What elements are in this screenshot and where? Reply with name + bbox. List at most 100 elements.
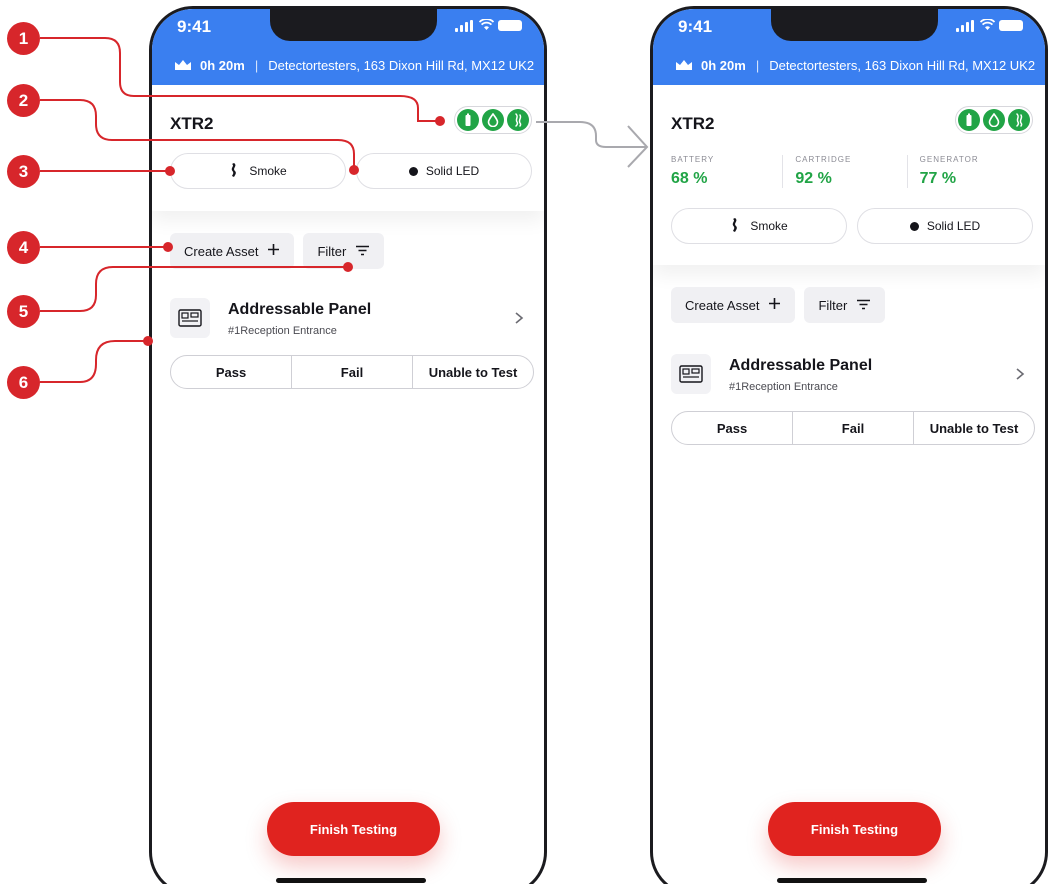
filter-label: Filter: [818, 297, 848, 313]
battery-icon: [457, 109, 479, 131]
plus-icon: [267, 243, 280, 259]
create-asset-button[interactable]: Create Asset: [671, 287, 796, 323]
callout-badge-3: 3: [7, 155, 40, 188]
stat-label: CARTRIDGE: [795, 155, 852, 164]
test-result-selector: Pass Fail Unable to Test: [170, 355, 534, 389]
detector-type-chip[interactable]: Smoke: [170, 153, 346, 189]
device-stats: BATTERY 68 % CARTRIDGE 92 % GENERATOR 77…: [671, 155, 1031, 188]
fail-button[interactable]: Fail: [792, 412, 913, 444]
phone-notch: [270, 9, 437, 41]
asset-title: Addressable Panel: [228, 301, 372, 318]
panel-icon: [671, 354, 711, 394]
asset-location: #1Reception Entrance: [228, 325, 337, 337]
site-address: Detectortesters, 163 Dixon Hill Rd, MX12…: [769, 57, 1036, 73]
device-status-pill[interactable]: [955, 106, 1033, 134]
stat-generator: GENERATOR 77 %: [906, 155, 1031, 188]
phone-expanded: 9:41 0h 20m | Detectortesters, 163 Dixon…: [650, 6, 1048, 884]
phone-collapsed: 9:41 0h 20m | Detectortesters, 163 Dixon…: [149, 6, 547, 884]
detector-type-label: Smoke: [249, 164, 287, 178]
generator-flame-icon: [1008, 109, 1030, 131]
detector-type-label: Smoke: [750, 219, 788, 233]
wifi-icon: [980, 19, 995, 32]
callout-badge-2: 2: [7, 84, 40, 117]
callout-badge-5: 5: [7, 295, 40, 328]
create-asset-button[interactable]: Create Asset: [170, 233, 295, 269]
divider: |: [755, 57, 760, 73]
led-status-label: Solid LED: [926, 219, 981, 233]
led-dot-icon: [408, 166, 418, 176]
finish-testing-button[interactable]: Finish Testing: [267, 802, 440, 856]
stat-value: 77 %: [919, 170, 957, 187]
led-status-chip[interactable]: Solid LED: [857, 208, 1033, 244]
plus-icon: [768, 297, 781, 313]
cartridge-drop-icon: [983, 109, 1005, 131]
status-time: 9:41: [678, 17, 713, 36]
stat-cartridge: CARTRIDGE 92 %: [782, 155, 906, 188]
led-dot-icon: [909, 221, 919, 231]
panel-icon: [170, 298, 210, 338]
cartridge-drop-icon: [482, 109, 504, 131]
stat-label: BATTERY: [671, 155, 715, 164]
callout-badge-1: 1: [7, 22, 40, 55]
callout-badge-4: 4: [7, 231, 40, 264]
chevron-right-icon: [1013, 366, 1027, 382]
smoke-icon: [229, 162, 241, 181]
unable-to-test-button[interactable]: Unable to Test: [913, 412, 1034, 444]
session-duration: 0h 20m: [200, 57, 245, 73]
session-info-bar: 0h 20m | Detectortesters, 163 Dixon Hill…: [653, 45, 1045, 85]
crown-icon: [174, 59, 192, 71]
unable-to-test-button[interactable]: Unable to Test: [412, 356, 533, 388]
filter-label: Filter: [317, 243, 347, 259]
device-chips: Smoke Solid LED: [671, 208, 1033, 244]
chevron-right-icon: [512, 310, 526, 326]
device-card-expanded[interactable]: XTR2 BATTERY 68 % CARTRIDGE 92 % GENERAT…: [653, 85, 1045, 265]
session-duration: 0h 20m: [701, 57, 746, 73]
stat-label: GENERATOR: [919, 155, 979, 164]
create-asset-label: Create Asset: [184, 243, 259, 259]
signal-icon: [455, 19, 473, 32]
divider: |: [254, 57, 259, 73]
signal-icon: [956, 19, 974, 32]
pass-button[interactable]: Pass: [171, 356, 291, 388]
status-icons: [956, 19, 1023, 32]
filter-icon: [355, 244, 370, 259]
smoke-icon: [730, 217, 742, 236]
crown-icon: [675, 59, 693, 71]
stat-value: 68 %: [671, 170, 708, 187]
device-name: XTR2: [170, 114, 214, 133]
generator-flame-icon: [507, 109, 529, 131]
device-name: XTR2: [671, 114, 715, 133]
battery-icon: [958, 109, 980, 131]
status-time: 9:41: [177, 17, 212, 36]
stat-battery: BATTERY 68 %: [671, 155, 782, 188]
device-chips: Smoke Solid LED: [170, 153, 532, 189]
filter-button[interactable]: Filter: [804, 287, 886, 323]
detector-type-chip[interactable]: Smoke: [671, 208, 847, 244]
callout-badge-6: 6: [7, 366, 40, 399]
phone-notch: [771, 9, 938, 41]
fail-button[interactable]: Fail: [291, 356, 412, 388]
battery-status-icon: [999, 20, 1023, 31]
home-indicator[interactable]: [777, 878, 927, 883]
device-card[interactable]: XTR2 Smoke Solid LED: [152, 85, 544, 211]
asset-title: Addressable Panel: [729, 357, 873, 374]
device-status-pill[interactable]: [454, 106, 532, 134]
battery-status-icon: [498, 20, 522, 31]
finish-testing-button[interactable]: Finish Testing: [768, 802, 941, 856]
status-icons: [455, 19, 522, 32]
asset-actions: Create Asset Filter: [170, 233, 385, 269]
led-status-label: Solid LED: [425, 164, 480, 178]
stat-value: 92 %: [795, 170, 832, 187]
create-asset-label: Create Asset: [685, 297, 760, 313]
asset-actions: Create Asset Filter: [671, 287, 886, 323]
session-info-bar: 0h 20m | Detectortesters, 163 Dixon Hill…: [152, 45, 544, 85]
wifi-icon: [479, 19, 494, 32]
home-indicator[interactable]: [276, 878, 426, 883]
transition-arrow: [536, 121, 649, 168]
pass-button[interactable]: Pass: [672, 412, 792, 444]
test-result-selector: Pass Fail Unable to Test: [671, 411, 1035, 445]
filter-button[interactable]: Filter: [303, 233, 385, 269]
asset-location: #1Reception Entrance: [729, 381, 838, 393]
led-status-chip[interactable]: Solid LED: [356, 153, 532, 189]
site-address: Detectortesters, 163 Dixon Hill Rd, MX12…: [268, 57, 535, 73]
